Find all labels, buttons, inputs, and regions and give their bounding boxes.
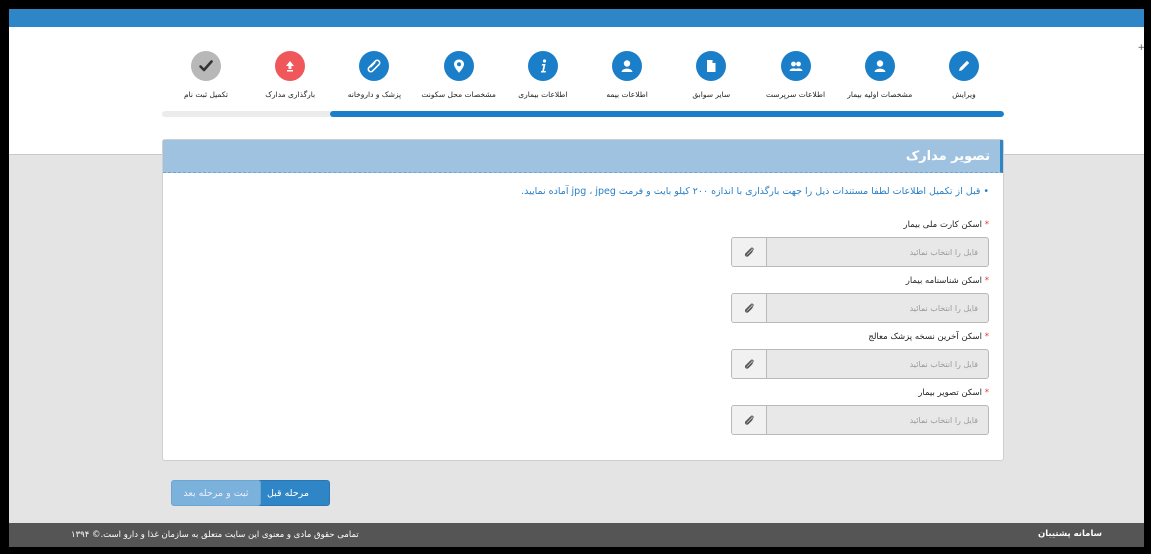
step-upload-documents[interactable]: بارگذاری مدارک [248, 51, 332, 111]
step-label: سایر سوابق [692, 90, 731, 99]
map-marker-icon [443, 51, 474, 81]
footer-copyright: تمامی حقوق مادی و معنوی این سایت متعلق ب… [71, 530, 359, 540]
user-icon [612, 51, 643, 81]
step-insurance-info[interactable]: اطلاعات بیمه [585, 51, 669, 111]
file-input-placeholder: فایل را انتخاب نمائید [909, 247, 978, 257]
step-guardian-info[interactable]: اطلاعات سرپرست [754, 51, 838, 111]
step-other-history[interactable]: سایر سوابق [669, 51, 753, 111]
national-card-file-input[interactable]: فایل را انتخاب نمائید [731, 237, 989, 267]
paperclip-icon[interactable] [732, 238, 767, 266]
panel-title: تصویر مدارک [905, 148, 990, 164]
progress-fill [330, 111, 1004, 117]
step-label: ویرایش [952, 90, 976, 99]
step-label: اطلاعات بیماری [518, 90, 568, 99]
field-label-patient-photo: * اسکن تصویر بیمار [918, 388, 989, 398]
field-label-text: اسکن کارت ملی بیمار [903, 220, 983, 230]
field-label-text: اسکن شناسنامه بیمار [905, 276, 983, 286]
step-label: بارگذاری مدارک [265, 90, 316, 99]
browser-viewport: + ویرایش مشخصات اولیه بیمار اطلاعات سرپر… [9, 9, 1144, 547]
progress-bar [162, 111, 1004, 117]
step-label: مشخصات محل سکونت [421, 90, 496, 99]
step-label: اطلاعات سرپرست [766, 90, 826, 99]
footer: تمامی حقوق مادی و معنوی این سایت متعلق ب… [9, 523, 1144, 547]
pencil-icon [948, 51, 979, 81]
step-label: تکمیل ثبت نام [183, 90, 228, 99]
file-input-placeholder: فایل را انتخاب نمائید [909, 303, 978, 313]
wizard-steps: ویرایش مشخصات اولیه بیمار اطلاعات سرپرست… [164, 51, 1006, 111]
info-icon [527, 51, 558, 81]
edge-mark: + [1137, 43, 1144, 53]
upload-note: • قبل از تکمیل اطلاعات لطفا مستندات ذیل … [521, 186, 989, 197]
user-icon [864, 51, 895, 81]
field-label-text: اسکن آخرین نسخه پزشک معالج [868, 332, 983, 342]
step-disease-info[interactable]: اطلاعات بیماری [501, 51, 585, 111]
check-icon [191, 51, 221, 81]
step-label: پزشک و داروخانه [347, 90, 402, 99]
step-doctor-pharmacy[interactable]: پزشک و داروخانه [332, 51, 416, 111]
step-complete-registration[interactable]: تکمیل ثبت نام [164, 51, 248, 111]
top-bar [9, 9, 1144, 27]
document-icon [696, 51, 727, 81]
birth-certificate-file-input[interactable]: فایل را انتخاب نمائید [731, 293, 989, 323]
step-residence-info[interactable]: مشخصات محل سکونت [417, 51, 501, 111]
pill-icon [359, 51, 390, 81]
documents-panel: تصویر مدارک • قبل از تکمیل اطلاعات لطفا … [162, 139, 1004, 461]
file-input-placeholder: فایل را انتخاب نمائید [909, 415, 978, 425]
step-label: مشخصات اولیه بیمار [847, 90, 913, 99]
patient-photo-file-input[interactable]: فایل را انتخاب نمائید [731, 405, 989, 435]
panel-header: تصویر مدارک [163, 140, 1003, 173]
field-label-prescription: * اسکن آخرین نسخه پزشک معالج [868, 332, 989, 342]
file-input-placeholder: فایل را انتخاب نمائید [909, 359, 978, 369]
field-label-birth-certificate: * اسکن شناسنامه بیمار [905, 276, 989, 286]
users-icon [780, 51, 811, 81]
field-label-national-card: * اسکن کارت ملی بیمار [903, 220, 989, 230]
save-next-step-button[interactable]: ثبت و مرحله بعد [171, 480, 261, 506]
paperclip-icon[interactable] [732, 406, 767, 434]
field-label-text: اسکن تصویر بیمار [918, 388, 983, 398]
step-label: اطلاعات بیمه [606, 90, 648, 99]
step-patient-info[interactable]: مشخصات اولیه بیمار [838, 51, 922, 111]
paperclip-icon[interactable] [732, 350, 767, 378]
footer-brand[interactable]: سامانه پشتیبان [1038, 529, 1102, 539]
step-edit[interactable]: ویرایش [922, 51, 1006, 111]
paperclip-icon[interactable] [732, 294, 767, 322]
upload-icon [275, 51, 306, 81]
prescription-file-input[interactable]: فایل را انتخاب نمائید [731, 349, 989, 379]
